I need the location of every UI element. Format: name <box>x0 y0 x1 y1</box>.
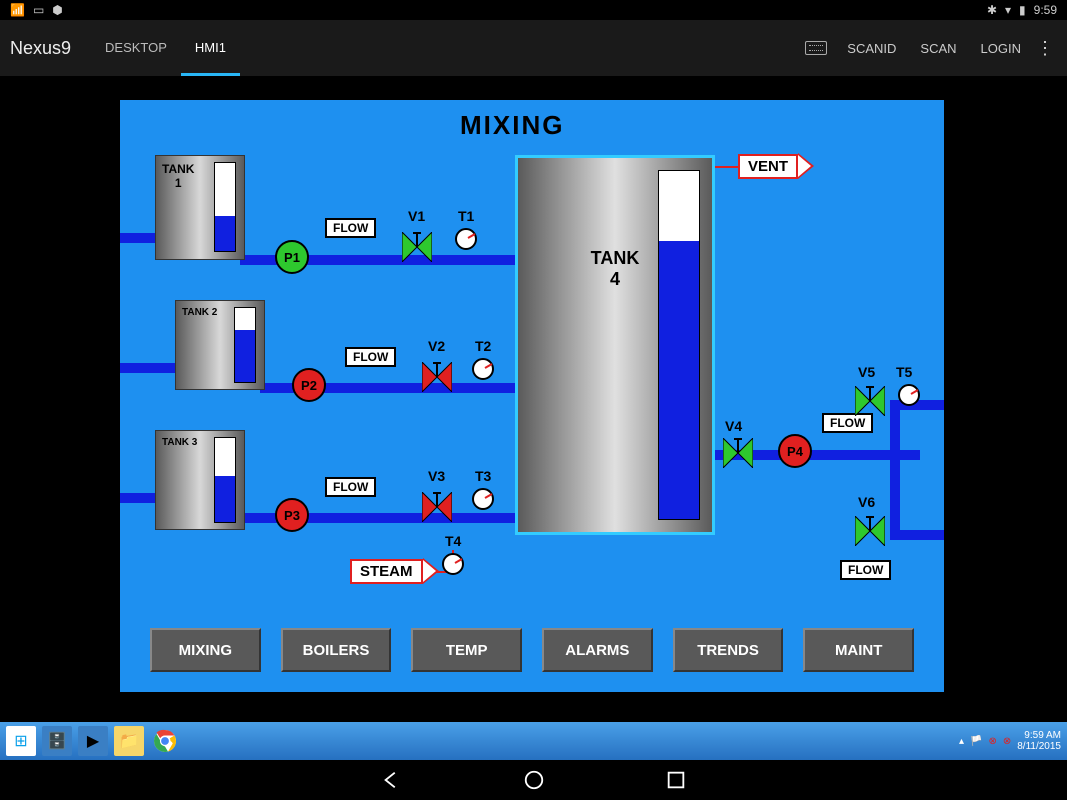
bluetooth-icon: ✱ <box>987 3 997 17</box>
taskbar-explorer-icon[interactable]: 📁 <box>114 726 144 756</box>
android-recents-icon[interactable] <box>665 769 687 791</box>
flow-1[interactable]: FLOW <box>325 218 376 238</box>
nav-alarms[interactable]: ALARMS <box>542 628 653 672</box>
tank-2-gauge <box>234 307 256 383</box>
nav-trends[interactable]: TRENDS <box>673 628 784 672</box>
signal-icon: 📶 <box>10 3 25 17</box>
nav-mixing[interactable]: MIXING <box>150 628 261 672</box>
pump-p4[interactable]: P4 <box>778 434 812 468</box>
tank-3-label: TANK 3 <box>156 431 197 529</box>
valve-v2-label: V2 <box>428 338 445 354</box>
temp-t5[interactable] <box>898 384 920 406</box>
flow-3[interactable]: FLOW <box>325 477 376 497</box>
tank-3[interactable]: TANK 3 <box>155 430 245 530</box>
flow-2[interactable]: FLOW <box>345 347 396 367</box>
tank-1-gauge <box>214 162 236 252</box>
temp-t4[interactable] <box>442 553 464 575</box>
app-title: Nexus9 <box>10 38 71 59</box>
valve-v3[interactable] <box>422 492 452 522</box>
temp-t5-label: T5 <box>896 364 912 380</box>
tank-4-gauge <box>658 170 700 520</box>
temp-t1[interactable] <box>455 228 477 250</box>
keyboard-icon[interactable] <box>805 41 827 55</box>
taskbar-server-icon[interactable]: 🗄️ <box>42 726 72 756</box>
status-clock: 9:59 <box>1034 3 1057 17</box>
valve-v5-label: V5 <box>858 364 875 380</box>
tank-4[interactable]: TANK 4 <box>515 155 715 535</box>
taskbar-powershell-icon[interactable]: ▶ <box>78 726 108 756</box>
app-icon: ⬢ <box>52 3 62 17</box>
valve-v1-label: V1 <box>408 208 425 224</box>
temp-t3[interactable] <box>472 488 494 510</box>
tab-hmi1[interactable]: HMI1 <box>181 20 240 76</box>
login-button[interactable]: LOGIN <box>969 41 1033 56</box>
tray-up-icon[interactable]: ▴ <box>959 736 964 747</box>
window-icon: ▭ <box>33 3 44 17</box>
tank-2-label: TANK 2 <box>176 301 217 389</box>
tray-icon-2[interactable]: ⊗ <box>988 736 996 747</box>
hmi-canvas: MIXING TANK 1 TANK 2 TANK 3 TANK 4 VENT … <box>120 100 944 692</box>
temp-t2-label: T2 <box>475 338 491 354</box>
taskbar-chrome-icon[interactable] <box>150 726 180 756</box>
tray-icon-3[interactable]: ⊗ <box>1003 736 1011 747</box>
pump-p3[interactable]: P3 <box>275 498 309 532</box>
wifi-icon: ▾ <box>1005 3 1011 17</box>
scanid-button[interactable]: SCANID <box>835 41 908 56</box>
valve-v5[interactable] <box>855 386 885 416</box>
temp-t2[interactable] <box>472 358 494 380</box>
scan-button[interactable]: SCAN <box>908 41 968 56</box>
android-status-bar: 📶 ▭ ⬢ ✱ ▾ ▮ 9:59 <box>0 0 1067 20</box>
nav-maint[interactable]: MAINT <box>803 628 914 672</box>
valve-v6[interactable] <box>855 516 885 546</box>
android-back-icon[interactable] <box>381 769 403 791</box>
tank-1-label: TANK 1 <box>156 156 194 259</box>
temp-t3-label: T3 <box>475 468 491 484</box>
android-home-icon[interactable] <box>523 769 545 791</box>
windows-taskbar: ⊞ 🗄️ ▶ 📁 ▴ 🏳️ ⊗ ⊗ 9:59 AM 8/11/2015 <box>0 722 1067 760</box>
valve-v1[interactable] <box>402 232 432 262</box>
steam-tag: STEAM <box>350 558 439 584</box>
app-bar: Nexus9 DESKTOP HMI1 SCANID SCAN LOGIN ⋮ <box>0 20 1067 76</box>
valve-v2[interactable] <box>422 362 452 392</box>
flow-5[interactable]: FLOW <box>840 560 891 580</box>
tab-desktop[interactable]: DESKTOP <box>91 20 181 76</box>
windows-start-icon[interactable]: ⊞ <box>6 726 36 756</box>
pump-p2[interactable]: P2 <box>292 368 326 402</box>
flow-4[interactable]: FLOW <box>822 413 873 433</box>
android-nav-bar <box>0 760 1067 800</box>
tray-icon-1[interactable]: 🏳️ <box>970 736 982 747</box>
pump-p1[interactable]: P1 <box>275 240 309 274</box>
overflow-menu-icon[interactable]: ⋮ <box>1033 38 1057 59</box>
nav-boilers[interactable]: BOILERS <box>281 628 392 672</box>
tank-3-gauge <box>214 437 236 523</box>
hmi-nav: MIXING BOILERS TEMP ALARMS TRENDS MAINT <box>150 628 914 672</box>
valve-v6-label: V6 <box>858 494 875 510</box>
valve-v4-label: V4 <box>725 418 742 434</box>
tank-1[interactable]: TANK 1 <box>155 155 245 260</box>
valve-v4[interactable] <box>723 438 753 468</box>
windows-tray[interactable]: ▴ 🏳️ ⊗ ⊗ 9:59 AM 8/11/2015 <box>959 730 1061 752</box>
nav-temp[interactable]: TEMP <box>411 628 522 672</box>
vent-tag: VENT <box>738 153 814 179</box>
temp-t1-label: T1 <box>458 208 474 224</box>
temp-t4-label: T4 <box>445 533 461 549</box>
tank-2[interactable]: TANK 2 <box>175 300 265 390</box>
hmi-title: MIXING <box>460 110 564 141</box>
battery-icon: ▮ <box>1019 3 1026 17</box>
valve-v3-label: V3 <box>428 468 445 484</box>
windows-clock[interactable]: 9:59 AM 8/11/2015 <box>1017 730 1061 752</box>
